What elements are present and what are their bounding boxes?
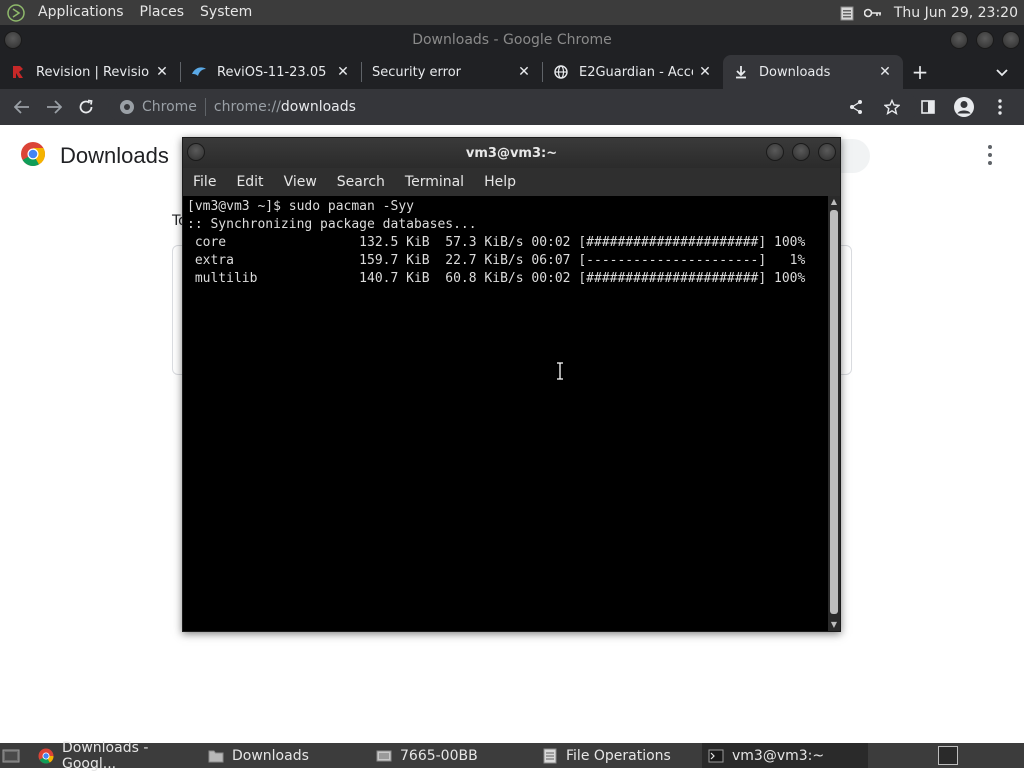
window-menu-button[interactable]: [4, 31, 22, 49]
bookmark-star-icon[interactable]: [876, 91, 908, 123]
tab-title: Security error: [372, 64, 461, 80]
share-icon[interactable]: [840, 91, 872, 123]
clock[interactable]: Thu Jun 29, 23:20: [886, 5, 1024, 21]
terminal-menubar: File Edit View Search Terminal Help: [183, 168, 840, 196]
terminal-scrollbar[interactable]: ▲ ▼: [828, 196, 840, 631]
tab-close-icon[interactable]: ✕: [150, 60, 174, 84]
tab-strip: Revision | Revision ✕ ReviOS-11-23.05 ✕ …: [0, 55, 1024, 89]
bottom-taskbar: Downloads - Googl... Downloads 7665-00BB…: [0, 740, 1024, 772]
tab-revision[interactable]: Revision | Revision ✕: [0, 55, 180, 89]
task-drive[interactable]: 7665-00BB: [370, 743, 536, 768]
terminal-title: vm3@vm3:~: [465, 145, 558, 161]
terminal-minimize-button[interactable]: [766, 143, 784, 161]
downloads-header: Downloads: [20, 141, 169, 171]
clipboard-icon[interactable]: [838, 4, 856, 22]
new-tab-button[interactable]: +: [903, 55, 937, 89]
tab-title: E2Guardian - Acces: [579, 64, 693, 80]
revision-favicon-icon: [10, 64, 26, 80]
forward-icon[interactable]: [38, 91, 70, 123]
chrome-chip-icon: [118, 98, 136, 116]
download-icon: [733, 64, 749, 80]
menu-search[interactable]: Search: [327, 174, 395, 190]
task-label: File Operations: [566, 747, 671, 764]
browser-toolbar: Chrome chrome://downloads: [0, 89, 1024, 125]
system-menu[interactable]: System: [192, 0, 260, 25]
terminal-icon: [708, 748, 724, 764]
terminal-line: [vm3@vm3 ~]$ sudo pacman -Syy: [187, 199, 414, 214]
tab-close-icon[interactable]: ✕: [512, 60, 536, 84]
workspace-switcher[interactable]: [938, 746, 958, 765]
address-bar[interactable]: Chrome chrome://downloads: [108, 92, 918, 122]
task-label: Downloads - Googl...: [62, 739, 149, 772]
task-downloads-folder[interactable]: Downloads: [202, 743, 370, 768]
menu-file[interactable]: File: [183, 174, 226, 190]
terminal-output[interactable]: [vm3@vm3 ~]$ sudo pacman -Syy:: Synchron…: [183, 196, 828, 631]
terminal-line: extra 159.7 KiB 22.7 KiB/s 06:07 [------…: [187, 253, 806, 268]
task-label: Downloads: [232, 747, 309, 764]
tab-e2guardian[interactable]: E2Guardian - Acces ✕: [543, 55, 723, 89]
task-file-operations[interactable]: File Operations: [536, 743, 702, 768]
downloads-more-icon[interactable]: [982, 145, 998, 165]
close-window-button[interactable]: [1002, 31, 1020, 49]
reload-icon[interactable]: [70, 91, 102, 123]
terminal-line: core 132.5 KiB 57.3 KiB/s 00:02 [#######…: [187, 235, 806, 250]
terminal-window[interactable]: vm3@vm3:~ File Edit View Search Terminal…: [182, 137, 841, 632]
chrome-logo-icon: [20, 141, 46, 171]
tab-search-chevron-icon[interactable]: [992, 63, 1012, 83]
scroll-up-icon[interactable]: ▲: [830, 198, 838, 206]
tab-close-icon[interactable]: ✕: [873, 60, 897, 84]
terminal-line: multilib 140.7 KiB 60.8 KiB/s 00:02 [###…: [187, 271, 806, 286]
terminal-window-menu-button[interactable]: [187, 143, 205, 161]
chrome-window-titlebar[interactable]: Downloads - Google Chrome: [0, 25, 1024, 55]
tab-title: ReviOS-11-23.05: [217, 64, 327, 80]
terminal-titlebar[interactable]: vm3@vm3:~: [183, 138, 840, 168]
profile-avatar-icon[interactable]: [948, 91, 980, 123]
places-menu[interactable]: Places: [132, 0, 193, 25]
distro-logo-icon[interactable]: [6, 3, 26, 23]
task-chrome-downloads[interactable]: Downloads - Googl...: [32, 740, 202, 772]
url-host: downloads: [280, 99, 356, 115]
tab-title: Downloads: [759, 64, 831, 80]
task-label: 7665-00BB: [400, 747, 478, 764]
url-scheme: chrome://: [213, 99, 281, 115]
chrome-menu-icon[interactable]: [984, 91, 1016, 123]
terminal-close-button[interactable]: [818, 143, 836, 161]
side-panel-icon[interactable]: [912, 91, 944, 123]
revios-favicon-icon: [191, 64, 207, 80]
tab-revios[interactable]: ReviOS-11-23.05 ✕: [181, 55, 361, 89]
applications-menu[interactable]: Applications: [30, 0, 132, 25]
task-terminal[interactable]: vm3@vm3:~: [702, 743, 868, 768]
key-icon[interactable]: [863, 4, 882, 22]
minimize-button[interactable]: [950, 31, 968, 49]
top-panel: Applications Places System Thu Jun 29, 2…: [0, 0, 1024, 25]
menu-help[interactable]: Help: [474, 174, 526, 190]
tab-close-icon[interactable]: ✕: [331, 60, 355, 84]
terminal-line: :: Synchronizing package databases...: [187, 217, 477, 232]
tab-title: Revision | Revision: [36, 64, 150, 80]
chrome-chip-label: Chrome: [142, 99, 197, 115]
scroll-down-icon[interactable]: ▼: [830, 621, 838, 629]
tab-close-icon[interactable]: ✕: [693, 60, 717, 84]
menu-terminal[interactable]: Terminal: [395, 174, 474, 190]
document-icon: [542, 748, 558, 764]
show-desktop-icon[interactable]: [0, 745, 22, 767]
terminal-maximize-button[interactable]: [792, 143, 810, 161]
scrollbar-thumb[interactable]: [830, 210, 838, 614]
tab-downloads[interactable]: Downloads ✕: [723, 55, 903, 89]
drive-icon: [376, 748, 392, 764]
omnibox-separator: [204, 98, 206, 116]
chrome-icon: [38, 748, 54, 764]
globe-icon: [553, 64, 569, 80]
text-cursor-icon: [556, 362, 564, 380]
maximize-button[interactable]: [976, 31, 994, 49]
tab-security-error[interactable]: Security error ✕: [362, 55, 542, 89]
task-label: vm3@vm3:~: [732, 747, 825, 764]
window-title: Downloads - Google Chrome: [412, 32, 612, 48]
menu-edit[interactable]: Edit: [226, 174, 273, 190]
menu-view[interactable]: View: [274, 174, 327, 190]
page-title: Downloads: [60, 143, 169, 168]
back-icon[interactable]: [6, 91, 38, 123]
folder-icon: [208, 748, 224, 764]
